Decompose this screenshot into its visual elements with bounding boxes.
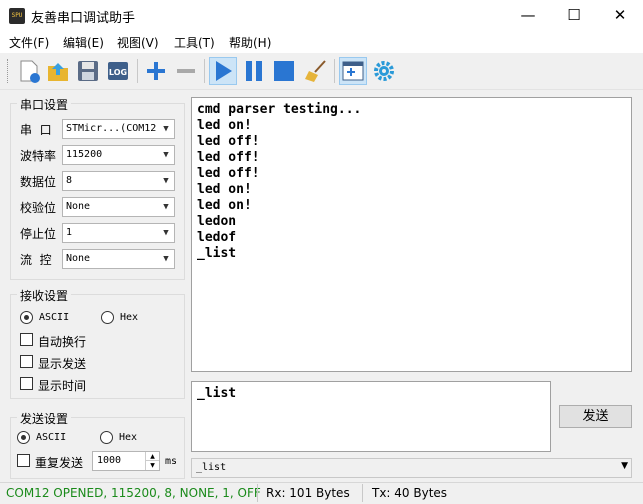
parity-select[interactable]: None ▼	[62, 197, 175, 217]
send-text-area[interactable]: _list	[191, 381, 551, 452]
history-select[interactable]: _list ▼	[191, 458, 632, 478]
show-time-checkbox[interactable]	[20, 377, 33, 390]
baud-value: 115200	[66, 149, 103, 160]
log-icon-label: LOG	[109, 68, 127, 77]
chevron-down-icon: ▼	[163, 228, 169, 238]
tx-ascii-radio[interactable]	[17, 431, 30, 444]
app-icon: SPU	[9, 8, 25, 24]
flow-value: None	[66, 253, 91, 264]
connection-status: COM12 OPENED, 115200, 8, NONE, 1, OFF	[6, 486, 261, 500]
interval-spinbox[interactable]: 1000 ▲ ▼	[92, 451, 160, 471]
data-bits-label: 数据位	[20, 175, 57, 189]
data-bits-select[interactable]: 8 ▼	[62, 171, 175, 191]
receive-line: led on!	[197, 118, 252, 133]
stop-bits-select[interactable]: 1 ▼	[62, 223, 175, 243]
status-divider	[362, 484, 363, 502]
chevron-down-icon: ▼	[163, 254, 169, 264]
chevron-down-icon: ▼	[621, 461, 628, 471]
window-title: 友善串口调试助手	[31, 11, 136, 26]
status-divider	[257, 484, 258, 502]
flow-select[interactable]: None ▼	[62, 249, 175, 269]
rx-count: Rx: 101 Bytes	[266, 486, 350, 500]
rx-ascii-label: ASCII	[39, 312, 70, 323]
maximize-button[interactable]: ☐	[551, 0, 597, 31]
parity-label: 校验位	[20, 201, 57, 215]
pause-icon[interactable]	[240, 57, 268, 85]
toolbar-separator	[334, 59, 335, 83]
flow-label: 流 控	[20, 253, 52, 267]
tx-hex-label: Hex	[119, 432, 138, 443]
send-text: _list	[197, 386, 237, 401]
rx-ascii-radio[interactable]	[20, 311, 33, 324]
receive-line: ledof	[197, 230, 237, 245]
receive-line: cmd parser testing...	[197, 102, 362, 117]
send-settings-title: 发送设置	[17, 410, 72, 427]
show-time-label: 显示时间	[38, 379, 87, 393]
receive-line: ledon	[197, 214, 237, 229]
chevron-down-icon: ▼	[163, 150, 169, 160]
receive-line: _list	[197, 246, 237, 261]
chevron-down-icon: ▼	[163, 176, 169, 186]
chevron-down-icon: ▼	[163, 124, 169, 134]
chevron-down-icon: ▼	[163, 202, 169, 212]
save-icon[interactable]	[74, 57, 102, 85]
stop-bits-value: 1	[66, 227, 73, 238]
receive-line: led off!	[197, 134, 260, 149]
stop-bits-label: 停止位	[20, 227, 57, 241]
menu-tools[interactable]: 工具(T)	[174, 34, 215, 51]
rx-hex-radio[interactable]	[101, 311, 114, 324]
port-value: STMicr...(COM12	[66, 123, 157, 134]
show-send-label: 显示发送	[38, 357, 87, 371]
tx-ascii-label: ASCII	[36, 432, 67, 443]
data-bits-value: 8	[66, 175, 73, 186]
show-send-checkbox[interactable]	[20, 355, 33, 368]
menu-edit[interactable]: 编辑(E)	[63, 34, 104, 51]
tx-hex-radio[interactable]	[100, 431, 113, 444]
stop-icon[interactable]	[270, 57, 298, 85]
baud-label: 波特率	[20, 149, 57, 163]
interval-unit: ms	[165, 456, 178, 467]
history-value: _list	[196, 462, 227, 473]
plus-icon[interactable]	[142, 57, 170, 85]
minus-icon[interactable]	[172, 57, 200, 85]
spin-down-icon[interactable]: ▼	[145, 461, 159, 470]
repeat-send-checkbox[interactable]	[17, 454, 30, 467]
interval-value: 1000	[97, 455, 122, 466]
repeat-send-label: 重复发送	[35, 456, 84, 470]
receive-line: led off!	[197, 166, 260, 181]
receive-text-area[interactable]: cmd parser testing... led on! led off! led …	[191, 97, 632, 372]
port-label: 串 口	[20, 123, 52, 137]
receive-settings-title: 接收设置	[17, 287, 72, 304]
close-button[interactable]: ✕	[597, 0, 643, 31]
play-icon[interactable]	[209, 57, 237, 85]
baud-select[interactable]: 115200 ▼	[62, 145, 175, 165]
toolbar-separator	[204, 59, 205, 83]
toolbar-grip	[7, 59, 9, 83]
send-button[interactable]: 发送	[559, 405, 632, 428]
receive-line: led on!	[197, 182, 252, 197]
open-folder-icon[interactable]	[44, 57, 72, 85]
menu-file[interactable]: 文件(F)	[9, 34, 49, 51]
log-icon[interactable]: LOG	[104, 57, 132, 85]
parity-value: None	[66, 201, 91, 212]
port-select[interactable]: STMicr...(COM12 ▼	[62, 119, 175, 139]
minimize-button[interactable]: —	[505, 0, 551, 31]
window-add-icon[interactable]	[339, 57, 367, 85]
auto-wrap-label: 自动换行	[38, 335, 87, 349]
new-file-icon[interactable]	[14, 57, 42, 85]
tx-count: Tx: 40 Bytes	[372, 486, 448, 500]
gear-icon[interactable]	[370, 57, 398, 85]
rx-hex-label: Hex	[120, 312, 139, 323]
menu-help[interactable]: 帮助(H)	[229, 34, 271, 51]
toolbar-separator	[137, 59, 138, 83]
receive-settings-group	[10, 294, 185, 399]
broom-icon[interactable]	[302, 57, 330, 85]
serial-settings-title: 串口设置	[17, 96, 72, 113]
auto-wrap-checkbox[interactable]	[20, 333, 33, 346]
menu-view[interactable]: 视图(V)	[117, 34, 159, 51]
receive-line: led off!	[197, 150, 260, 165]
receive-line: led on!	[197, 198, 252, 213]
receive-text: cmd parser testing... led on! led off! led …	[197, 102, 361, 262]
spin-up-icon[interactable]: ▲	[145, 452, 159, 461]
